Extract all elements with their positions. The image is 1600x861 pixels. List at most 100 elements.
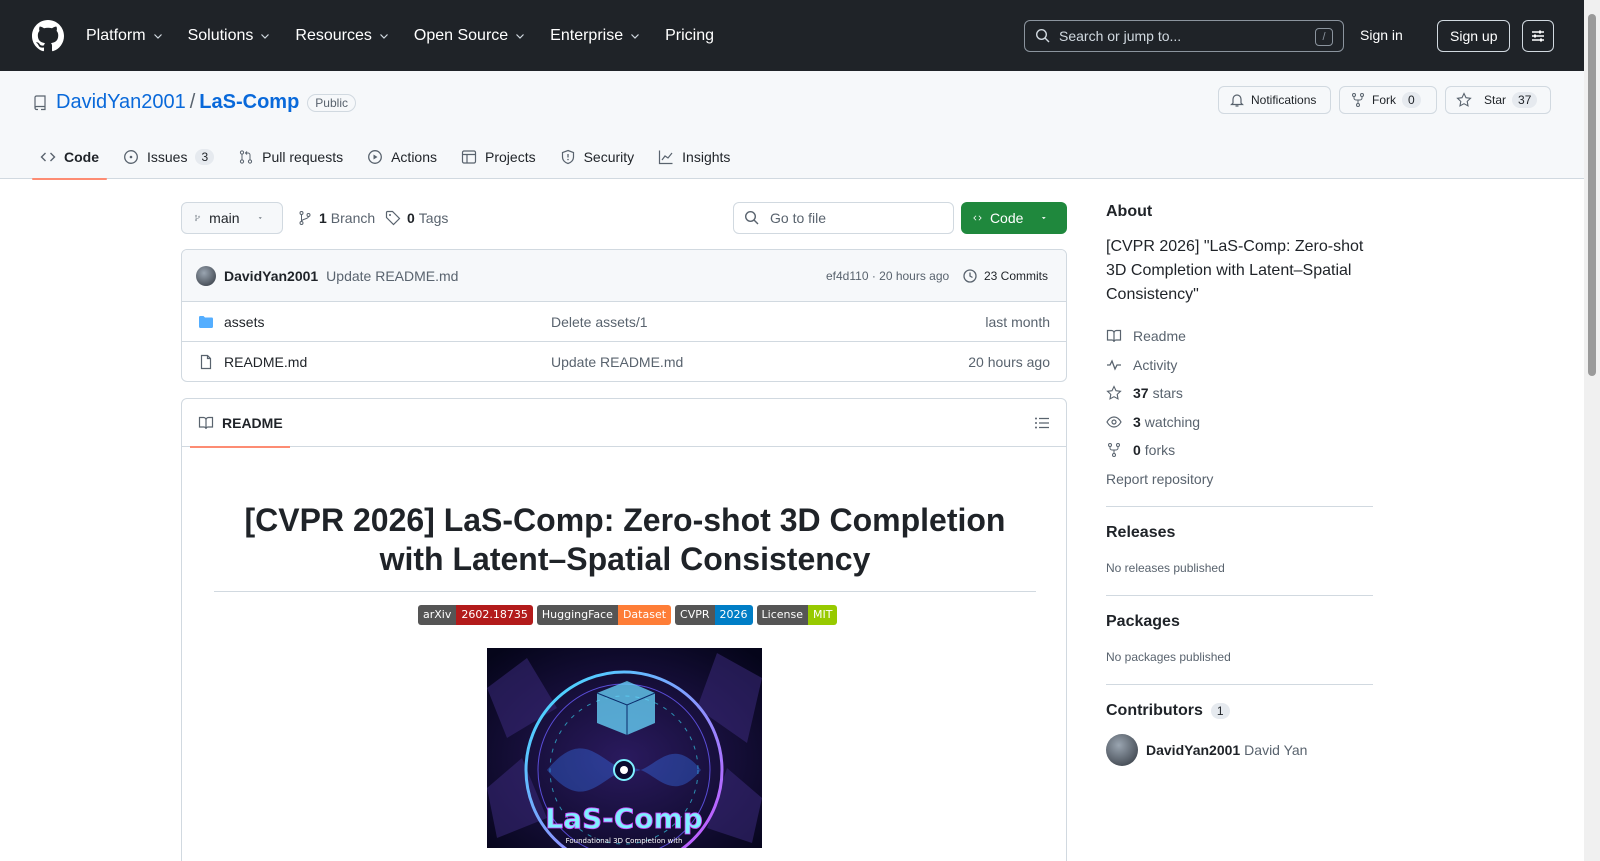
tags-link[interactable]: 0 Tags [385, 210, 448, 226]
nav-pricing[interactable]: Pricing [665, 27, 714, 45]
caret-down-icon [1042, 217, 1047, 220]
activity-link[interactable]: Activity [1106, 351, 1373, 380]
github-logo-icon[interactable] [32, 19, 64, 52]
tab-actions[interactable]: Actions [359, 135, 445, 179]
go-to-file-input[interactable]: Go to file [733, 202, 954, 234]
branch-select-button[interactable]: main [181, 202, 283, 234]
forks-link[interactable]: 0 forks [1106, 436, 1373, 465]
divider [1106, 684, 1373, 685]
file-icon [200, 354, 212, 370]
primary-nav: Platform Solutions Resources Open Source… [86, 27, 738, 45]
nav-label: Resources [295, 26, 372, 44]
tab-code[interactable]: Code [32, 135, 107, 180]
tab-insights[interactable]: Insights [650, 135, 738, 179]
scrollbar-thumb[interactable] [1588, 14, 1596, 376]
file-commit-message[interactable]: Update README.md [551, 354, 683, 370]
star-icon [1106, 385, 1122, 401]
page-scrollbar[interactable] [1584, 0, 1600, 861]
packages-section: Packages No packages published [1106, 613, 1373, 664]
commits-link[interactable]: 23 Commits [962, 268, 1048, 284]
latest-commit: DavidYan2001 Update README.md ef4d110 · … [182, 250, 1066, 302]
nav-platform[interactable]: Platform [86, 27, 164, 45]
chevron-down-icon [261, 33, 270, 39]
nav-resources[interactable]: Resources [295, 27, 389, 45]
avatar[interactable] [1106, 734, 1138, 766]
arxiv-badge[interactable]: arXiv 2602.18735 [418, 605, 533, 625]
search-input[interactable]: Search or jump to... / [1024, 20, 1344, 52]
tab-readme[interactable]: README [190, 399, 290, 448]
chevron-down-icon [153, 33, 162, 39]
fork-button[interactable]: Fork 0 [1339, 86, 1437, 114]
code-icon [973, 215, 982, 221]
table-row[interactable]: assets Delete assets/1 last month [182, 302, 1066, 342]
contributor-item[interactable]: DavidYan2001 David Yan [1106, 734, 1373, 766]
contributors-heading[interactable]: Contributors 1 [1106, 702, 1373, 720]
watching-count: 3 [1133, 413, 1141, 430]
shield-icon [561, 149, 574, 165]
repo-name-link[interactable]: LaS-Comp [199, 91, 299, 114]
book-icon [198, 416, 214, 430]
sign-in-link[interactable]: Sign in [1360, 27, 1403, 43]
tab-issues[interactable]: Issues 3 [115, 135, 222, 179]
search-icon [744, 210, 759, 225]
tab-label: Issues [147, 149, 188, 165]
commit-message-link[interactable]: Update README.md [326, 268, 458, 284]
tab-label: Actions [391, 149, 438, 165]
readme-link[interactable]: Readme [1106, 322, 1373, 351]
nav-label: Solutions [187, 26, 254, 44]
contributor-login[interactable]: DavidYan2001 [1146, 742, 1240, 758]
repo-icon [34, 94, 46, 110]
readme-link-label: Readme [1133, 328, 1186, 345]
badge-label: CVPR [675, 605, 715, 625]
readme-hero-image: LaS-Comp Foundational 3D Completion with [487, 648, 762, 848]
tab-projects[interactable]: Projects [453, 135, 544, 179]
license-badge[interactable]: License MIT [756, 605, 838, 625]
notifications-button[interactable]: Notifications [1218, 86, 1331, 114]
pulse-icon [1107, 359, 1121, 371]
tag-icon [385, 210, 401, 226]
file-name-link[interactable]: README.md [224, 354, 307, 370]
tab-pull-requests[interactable]: Pull requests [230, 135, 351, 179]
badge-row: arXiv 2602.18735 HuggingFace Dataset CVPR 2… [418, 605, 841, 625]
tag-count: 0 [407, 210, 415, 226]
cvpr-badge[interactable]: CVPR 2026 [675, 605, 753, 625]
tab-security[interactable]: Security [552, 135, 643, 179]
nav-enterprise[interactable]: Enterprise [550, 27, 641, 45]
repo-tabs: Code Issues 3 Pull requests Actions Proj… [32, 135, 746, 180]
contributors-section: Contributors 1 DavidYan2001 David Yan [1106, 702, 1373, 766]
about-description: [CVPR 2026] "LaS-Comp: Zero-shot 3D Comp… [1106, 238, 1364, 303]
file-browser: DavidYan2001 Update README.md ef4d110 · … [181, 249, 1067, 382]
about-section: About [CVPR 2026] "LaS-Comp: Zero-shot 3… [1106, 203, 1373, 493]
nav-open-source[interactable]: Open Source [414, 27, 526, 45]
fork-label: Fork [1372, 93, 1396, 107]
fork-icon [1352, 93, 1364, 107]
readme-header: README [182, 399, 1066, 448]
stars-link[interactable]: 37 stars [1106, 379, 1373, 408]
nav-solutions[interactable]: Solutions [188, 27, 272, 45]
star-button[interactable]: Star 37 [1445, 86, 1551, 114]
report-repository-link[interactable]: Report repository [1106, 465, 1373, 494]
file-commit-date: 20 hours ago [968, 354, 1050, 370]
huggingface-badge[interactable]: HuggingFace Dataset [536, 605, 672, 625]
go-to-file-placeholder: Go to file [770, 210, 827, 226]
watchers-link[interactable]: 3 watching [1106, 408, 1373, 437]
bell-icon [1230, 94, 1244, 107]
repo-title: DavidYan2001 / LaS-Comp Public [32, 91, 356, 114]
menu-toggle-button[interactable] [1522, 20, 1554, 52]
list-unordered-icon[interactable] [1034, 415, 1050, 431]
branches-link[interactable]: 1 Branch [297, 210, 375, 226]
repo-actions: Notifications Fork 0 Star 37 [1218, 86, 1559, 114]
releases-heading[interactable]: Releases [1106, 524, 1373, 542]
activity-link-label: Activity [1133, 356, 1178, 373]
commit-author-link[interactable]: DavidYan2001 [224, 268, 318, 284]
file-name-link[interactable]: assets [224, 314, 264, 330]
repo-owner-link[interactable]: DavidYan2001 [56, 91, 186, 114]
folder-icon [199, 315, 213, 328]
code-dropdown-button[interactable]: Code [961, 202, 1067, 234]
avatar[interactable] [196, 265, 216, 286]
table-row[interactable]: README.md Update README.md 20 hours ago [182, 342, 1066, 381]
file-commit-message[interactable]: Delete assets/1 [551, 314, 648, 330]
packages-heading[interactable]: Packages [1106, 613, 1373, 631]
sign-up-button[interactable]: Sign up [1437, 20, 1511, 52]
commit-hash-time[interactable]: ef4d110 · 20 hours ago [826, 269, 949, 283]
